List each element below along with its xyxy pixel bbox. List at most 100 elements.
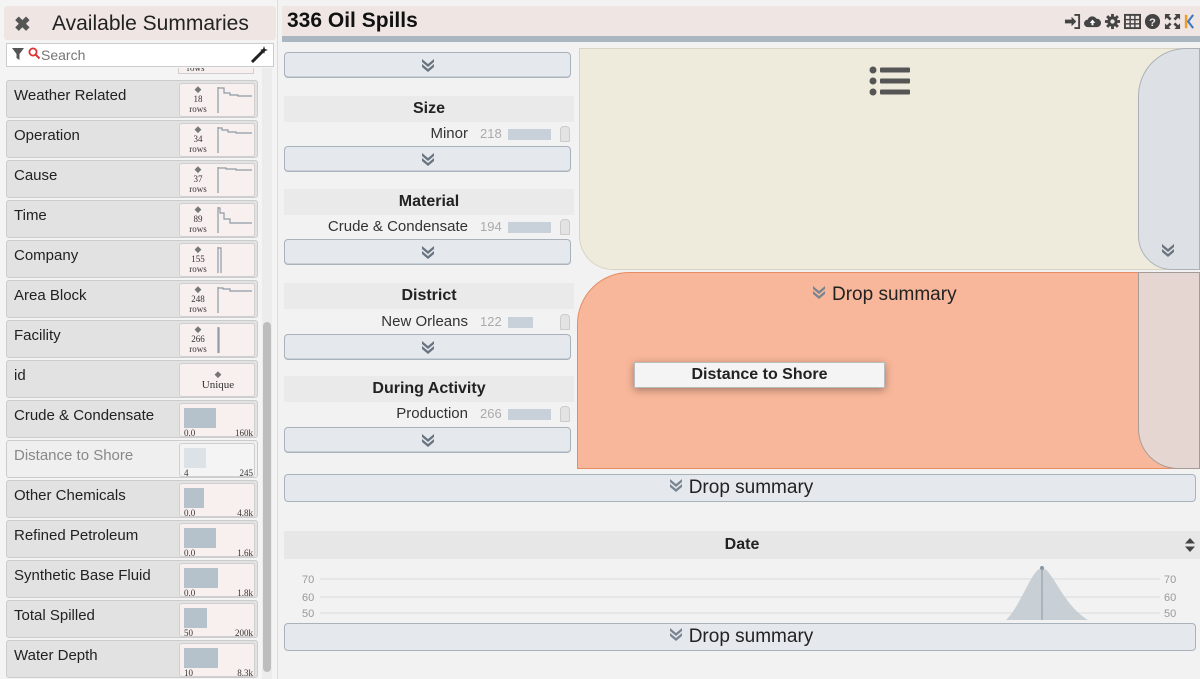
category-row[interactable]: Minor 218 [284,124,574,144]
summary-list-item[interactable]: Weather Related ◆ 18 rows [6,80,258,118]
summary-label: Distance to Shore [14,447,134,464]
max-value: 1.8k [237,588,253,598]
summary-list-item[interactable]: Water Depth 10 8.3k [6,640,258,678]
max-value: 245 [239,468,254,478]
summary-list-item[interactable]: id ◆ Unique [6,360,258,398]
main-header: 336 Oil Spills ? [282,6,1200,36]
summary-preview: ◆ 34 rows [179,123,255,157]
chevron-down-icon[interactable] [1159,241,1177,259]
toolbar: ? [1064,10,1194,32]
category-label: New Orleans [381,313,468,330]
summary-preview: ◆ 89 rows [179,203,255,237]
unique-label: Unique [201,379,235,391]
summary-list-item[interactable]: Refined Petroleum 0.0 1.6k [6,520,258,558]
expand-button-district[interactable] [284,334,571,360]
date-title: Date [724,536,760,553]
row-count: ◆ 34 rows [182,124,214,154]
min-value: 50 [184,628,193,638]
category-bar [508,317,533,328]
summary-title-during-activity[interactable]: During Activity [284,376,574,402]
summary-preview: 0.0 160k [179,403,255,438]
summary-list-item[interactable]: Company ◆ 155 rows [6,240,258,278]
lock-toggle[interactable] [560,314,570,330]
y-tick-right: 70 [1164,574,1176,586]
summary-label: Area Block [14,287,87,304]
summary-label: Facility [14,327,61,344]
date-timeline-chart[interactable]: 70 60 50 70 60 50 [284,562,1200,624]
y-tick-right: 60 [1164,592,1176,604]
row-count: ◆ 37 rows [182,164,214,194]
summary-title-district[interactable]: District [284,283,574,309]
filter-icon[interactable] [12,47,24,61]
expand-button-during-activity[interactable] [284,427,571,453]
category-row[interactable]: New Orleans 122 [284,312,574,332]
fullscreen-icon[interactable] [1164,13,1181,30]
lock-toggle[interactable] [560,126,570,142]
close-icon[interactable]: ✖ [14,12,31,37]
lock-toggle[interactable] [560,219,570,235]
sign-in-icon[interactable] [1064,13,1081,30]
summary-preview: 0.0 4.8k [179,483,255,518]
gear-icon[interactable] [1104,13,1121,30]
summary-label: id [14,367,26,384]
summary-list-item[interactable]: Operation ◆ 34 rows [6,120,258,158]
summary-preview: 10 8.3k [179,643,255,678]
rows-label: rows [187,68,205,73]
drop-summary-bar[interactable]: Drop summary [284,623,1196,651]
summary-preview: ◆ 248 rows [179,283,255,317]
category-row[interactable]: Crude & Condensate 194 [284,217,574,237]
summary-preview: ◆ 37 rows [179,163,255,197]
summary-list-item[interactable]: Other Chemicals 0.0 4.8k [6,480,258,518]
max-value: 160k [235,428,253,438]
summary-title-material[interactable]: Material [284,189,574,215]
distribution-bar [184,608,207,628]
summary-title-date[interactable]: Date [284,531,1200,559]
search-input[interactable] [41,46,241,64]
sparkline [217,327,220,353]
lock-toggle[interactable] [560,406,570,422]
magic-wand-icon[interactable] [249,44,269,64]
sparkline [217,167,252,193]
table-icon[interactable] [1124,13,1141,30]
summary-list-item[interactable]: Total Spilled 50 200k [6,600,258,638]
summary-list-item[interactable]: Area Block ◆ 248 rows [6,280,258,318]
summary-list-item[interactable]: Time ◆ 89 rows [6,200,258,238]
row-count: ◆ 248 rows [182,284,214,314]
help-icon[interactable]: ? [1144,13,1161,30]
expand-button-size[interactable] [284,146,571,172]
category-row[interactable]: Production 266 [284,404,574,424]
summary-title-size[interactable]: Size [284,96,574,122]
logo-icon[interactable] [1184,13,1194,30]
summary-list-item[interactable]: Facility ◆ 266 rows [6,320,258,358]
cloud-upload-icon[interactable] [1084,13,1101,30]
row-count: ◆ 266 rows [182,324,214,354]
max-value: 1.6k [237,548,253,558]
row-count-unit: rows [189,304,207,314]
summary-list-item[interactable]: Synthetic Base Fluid 0.0 1.8k [6,560,258,598]
distribution-bar [184,488,204,508]
expand-button-top[interactable] [284,52,571,78]
sort-icon[interactable] [1184,537,1196,553]
row-count-unit: rows [189,184,207,194]
list-side-panel[interactable] [1138,48,1200,270]
dragging-summary-chip[interactable]: Distance to Shore [634,362,885,388]
row-count-value: 89 [193,214,203,224]
category-count: 122 [480,314,502,329]
summary-list-item[interactable]: Cause ◆ 37 rows [6,160,258,198]
summary-list-item[interactable]: Crude & Condensate 0.0 160k [6,400,258,438]
drop-side-panel[interactable] [1138,272,1200,469]
tag-icon: ◆ [194,124,202,134]
summary-list-item[interactable]: Distance to Shore 4 245 [6,440,258,478]
list-icon [869,66,910,96]
date-peak-point [1040,566,1044,570]
chevron-down-icon [421,434,434,447]
max-value: 4.8k [237,508,253,518]
summary-label: Operation [14,127,80,144]
row-count-value: 34 [193,134,203,144]
expand-button-material[interactable] [284,239,571,265]
y-tick-left: 70 [302,574,314,586]
sparkline-path [217,127,252,153]
row-count-unit: rows [189,224,207,234]
drop-summary-bar[interactable]: Drop summary [284,474,1196,502]
list-view-panel[interactable] [579,48,1199,270]
